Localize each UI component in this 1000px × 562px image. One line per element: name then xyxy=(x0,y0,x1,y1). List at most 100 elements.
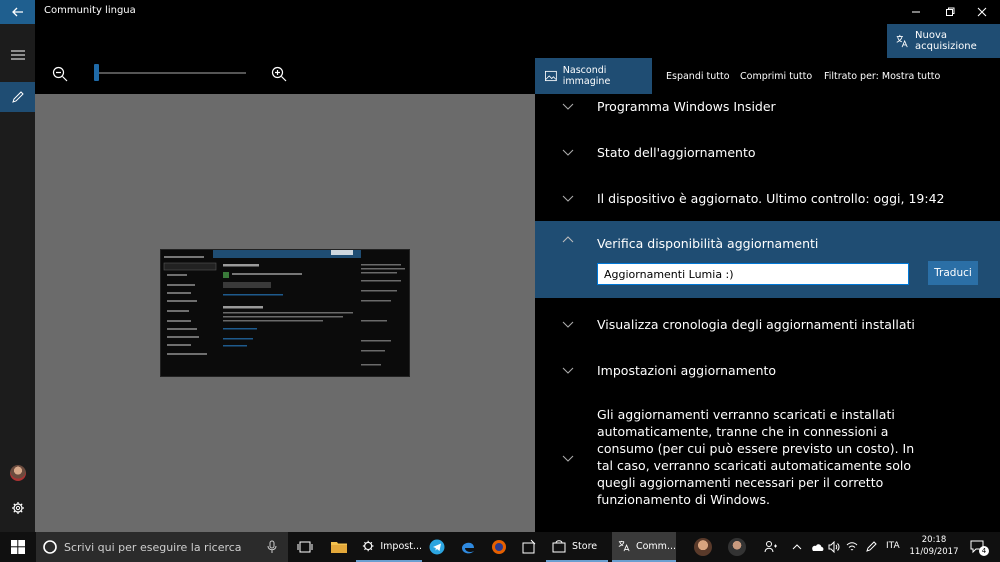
people-contact-2[interactable] xyxy=(724,532,750,562)
store-icon xyxy=(552,540,566,553)
translate-icon xyxy=(896,34,908,48)
telegram-button[interactable] xyxy=(424,532,450,562)
people-button[interactable] xyxy=(760,532,782,562)
hamburger-menu-button[interactable] xyxy=(0,40,35,70)
action-toolbar: Nascondi immagine Espandi tutto Comprimi… xyxy=(535,58,1000,94)
minimize-icon xyxy=(912,11,920,13)
zoom-slider-thumb[interactable] xyxy=(94,64,99,81)
list-item-label: Il dispositivo è aggiornato. Ultimo cont… xyxy=(597,190,945,206)
edge-button[interactable] xyxy=(455,532,481,562)
taskbar-app-community[interactable]: Comm... xyxy=(612,532,676,562)
snip-icon xyxy=(522,539,536,554)
volume-button[interactable] xyxy=(826,532,842,562)
restore-icon xyxy=(946,7,955,16)
list-item-label: Verifica disponibilità aggiornamenti xyxy=(597,236,819,251)
taskbar-app-label: Comm... xyxy=(635,540,676,552)
windows-logo-icon xyxy=(11,540,25,554)
clock-time: 20:18 xyxy=(921,535,947,545)
minimize-button[interactable] xyxy=(898,0,934,24)
volume-icon xyxy=(828,541,840,553)
snipping-tool-button[interactable] xyxy=(516,532,542,562)
taskbar-app-label: Store xyxy=(572,540,598,552)
firefox-button[interactable] xyxy=(486,532,512,562)
taskbar-app-settings[interactable]: Impost... xyxy=(356,532,422,562)
restore-button[interactable] xyxy=(932,0,968,24)
chevron-down-icon xyxy=(562,149,574,156)
back-button[interactable] xyxy=(0,0,35,24)
task-view-button[interactable] xyxy=(292,532,318,562)
people-contact-1[interactable] xyxy=(690,532,716,562)
people-icon xyxy=(764,541,777,553)
left-rail xyxy=(0,24,35,532)
taskbar-search[interactable]: Scrivi qui per eseguire la ricerca xyxy=(36,532,288,562)
action-center-button[interactable]: 4 xyxy=(966,532,990,562)
translation-input[interactable] xyxy=(597,263,909,285)
app-title: Community lingua xyxy=(44,5,136,16)
zoom-controls xyxy=(35,24,535,94)
settings-button[interactable] xyxy=(0,493,35,523)
close-button[interactable] xyxy=(964,0,1000,24)
collapse-all-button[interactable]: Comprimi tutto xyxy=(740,58,812,94)
new-acquisition-button[interactable]: Nuova acquisizione xyxy=(887,24,1000,58)
list-item-label: Programma Windows Insider xyxy=(597,98,776,114)
list-item-label: Gli aggiornamenti verranno scaricati e i… xyxy=(597,407,915,507)
expand-all-button[interactable]: Espandi tutto xyxy=(666,58,730,94)
task-view-icon xyxy=(297,541,313,553)
list-item[interactable]: Il dispositivo è aggiornato. Ultimo cont… xyxy=(535,186,1000,210)
wifi-icon xyxy=(846,542,858,551)
taskbar-app-store[interactable]: Store xyxy=(546,532,608,562)
onedrive-button[interactable] xyxy=(808,532,826,562)
network-button[interactable] xyxy=(844,532,860,562)
edge-icon xyxy=(462,542,474,554)
translate-icon xyxy=(618,540,630,552)
list-item-expanded[interactable]: Verifica disponibilità aggiornamenti Tra… xyxy=(535,221,1000,298)
notification-count: 4 xyxy=(979,546,989,556)
hide-image-label: Nascondi immagine xyxy=(562,65,611,87)
list-item[interactable]: Impostazioni aggiornamento xyxy=(535,358,1000,382)
avatar xyxy=(9,465,26,481)
zoom-out-button[interactable] xyxy=(52,66,68,82)
start-button[interactable] xyxy=(0,532,36,562)
hide-image-button[interactable]: Nascondi immagine xyxy=(535,58,652,94)
zoom-slider[interactable] xyxy=(94,72,246,74)
chevron-down-icon xyxy=(562,367,574,374)
cloud-icon xyxy=(812,544,824,551)
title-bar: Community lingua xyxy=(0,0,1000,24)
pen-workspace-button[interactable] xyxy=(862,532,880,562)
screenshot-preview-graphic xyxy=(161,250,409,376)
screenshot-thumbnail xyxy=(160,249,410,377)
list-item[interactable]: Gli aggiornamenti verranno scaricati e i… xyxy=(535,406,1000,510)
list-item-label: Visualizza cronologia degli aggiornament… xyxy=(597,316,915,332)
list-item[interactable]: Stato dell'aggiornamento xyxy=(535,140,1000,164)
search-placeholder: Scrivi qui per eseguire la ricerca xyxy=(64,540,242,554)
chevron-up-icon xyxy=(562,236,574,243)
clock[interactable]: 20:18 11/09/2017 xyxy=(906,534,962,558)
file-explorer-button[interactable] xyxy=(326,532,352,562)
hamburger-icon xyxy=(10,50,25,60)
chevron-down-icon xyxy=(562,195,574,202)
gear-icon xyxy=(11,502,24,514)
list-item[interactable]: Visualizza cronologia degli aggiornament… xyxy=(535,312,1000,336)
list-item-label: Stato dell'aggiornamento xyxy=(597,144,756,160)
user-avatar-button[interactable] xyxy=(0,458,35,488)
telegram-icon xyxy=(429,539,445,555)
chevron-down-icon xyxy=(562,321,574,328)
input-language[interactable]: ITA xyxy=(886,541,900,551)
image-icon xyxy=(545,70,557,82)
avatar xyxy=(694,538,712,556)
show-hidden-icons-button[interactable] xyxy=(788,532,806,562)
pen-icon xyxy=(866,541,877,552)
chevron-down-icon xyxy=(562,103,574,110)
taskbar-app-label: Impost... xyxy=(380,540,422,552)
translate-button[interactable]: Traduci xyxy=(928,261,978,285)
filter-button[interactable]: Filtrato per: Mostra tutto xyxy=(824,58,940,94)
cortana-icon xyxy=(43,540,57,554)
edit-button[interactable] xyxy=(0,82,35,112)
list-item[interactable]: Programma Windows Insider xyxy=(535,94,1000,118)
gear-icon xyxy=(362,540,374,552)
chevron-up-icon xyxy=(792,544,802,550)
taskbar: Scrivi qui per eseguire la ricerca Impos… xyxy=(0,532,1000,562)
zoom-in-button[interactable] xyxy=(271,66,287,82)
back-arrow-icon xyxy=(11,7,23,17)
translation-pane: Nuova acquisizione Nascondi immagine Esp… xyxy=(535,24,1000,532)
